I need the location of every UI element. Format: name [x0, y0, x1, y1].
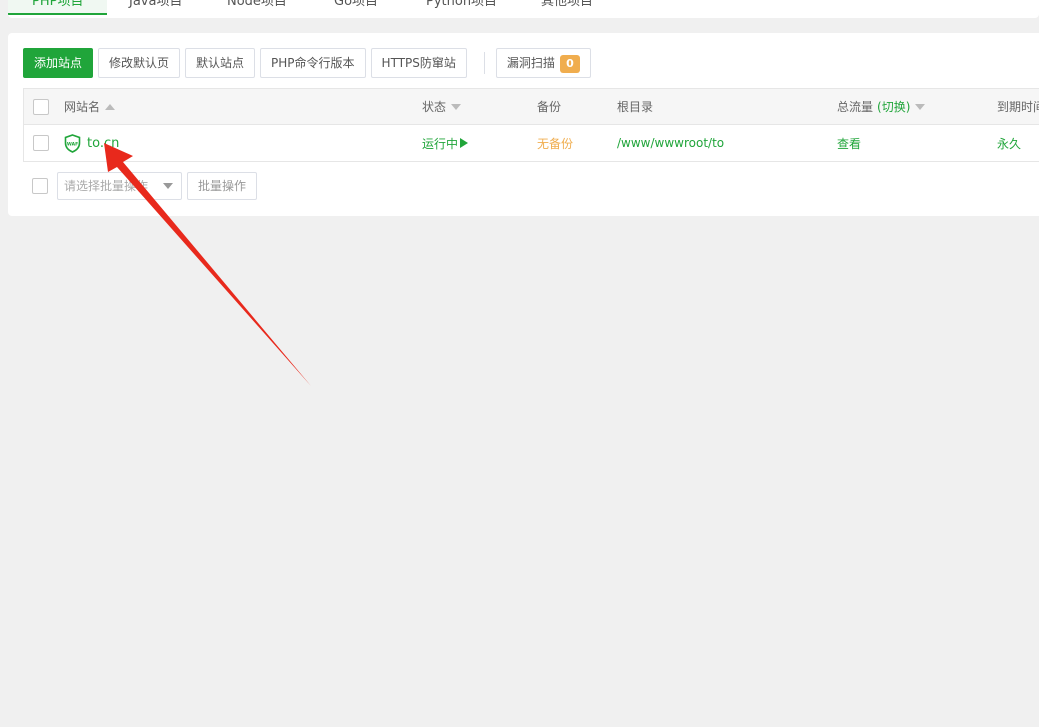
batch-operation-bar: 请选择批量操作 批量操作 — [23, 172, 262, 200]
header-site-name-label: 网站名 — [64, 100, 101, 114]
select-all-checkbox[interactable] — [33, 98, 49, 115]
row-checkbox[interactable] — [33, 135, 49, 151]
header-traffic[interactable]: 总流量 (切换) — [837, 89, 926, 124]
traffic-switch-link[interactable]: (切换) — [877, 98, 910, 115]
header-backup: 备份 — [537, 100, 562, 114]
php-cli-version-button[interactable]: PHP命令行版本 — [260, 48, 366, 78]
svg-text:WAF: WAF — [67, 141, 78, 147]
site-traffic-link[interactable]: 查看 — [837, 125, 861, 161]
tab-go-project[interactable]: Go项目 — [334, 0, 378, 13]
site-table: 网站名 状态 备份 根目录 总流量 (切换) 到期时间 — [23, 88, 1039, 162]
header-traffic-label: 总流量 — [837, 100, 874, 114]
tab-node-project[interactable]: Node项目 — [227, 0, 287, 13]
header-status-label: 状态 — [422, 100, 447, 114]
default-site-button[interactable]: 默认站点 — [185, 48, 256, 78]
header-site-name[interactable]: 网站名 — [64, 89, 116, 124]
sort-down-icon — [451, 103, 462, 110]
tab-java-project[interactable]: Java项目 — [129, 0, 182, 13]
row-checkbox-cell — [33, 125, 49, 161]
project-tabs: PHP项目 Java项目 Node项目 Go项目 Python项目 其他项目 — [8, 0, 1039, 18]
waf-shield-icon[interactable]: WAF — [64, 133, 81, 153]
tab-python-project[interactable]: Python项目 — [426, 0, 497, 13]
sort-up-icon — [105, 103, 116, 110]
batch-select-checkbox[interactable] — [32, 178, 48, 194]
add-site-button[interactable]: 添加站点 — [23, 48, 94, 78]
vuln-scan-label: 漏洞扫描 — [506, 56, 555, 70]
select-all-checkbox-cell — [33, 89, 49, 124]
https-guard-button[interactable]: HTTPS防窜站 — [370, 48, 467, 78]
site-name-link[interactable]: to.cn — [87, 136, 119, 151]
site-name-cell: WAF to.cn — [64, 125, 119, 161]
tab-other-project[interactable]: 其他项目 — [541, 0, 593, 13]
site-status[interactable]: 运行中 — [422, 125, 469, 161]
toolbar: 添加站点 修改默认页 默认站点 PHP命令行版本 HTTPS防窜站 漏洞扫描 0 — [23, 48, 596, 78]
site-root-dir-link[interactable]: /www/wwwroot/to — [617, 125, 724, 161]
dropdown-arrow-icon — [163, 183, 173, 189]
batch-select-placeholder: 请选择批量操作 — [64, 179, 149, 193]
vuln-scan-button[interactable]: 漏洞扫描 0 — [495, 48, 591, 78]
batch-operation-button[interactable]: 批量操作 — [187, 172, 258, 200]
site-status-label: 运行中 — [422, 136, 459, 151]
site-expiry-link[interactable]: 永久 — [997, 125, 1021, 161]
header-status[interactable]: 状态 — [422, 89, 462, 124]
site-backup-link[interactable]: 无备份 — [537, 125, 573, 161]
tab-php-project[interactable]: PHP项目 — [8, 0, 108, 15]
vuln-count-badge: 0 — [559, 54, 580, 73]
header-root-dir: 根目录 — [617, 100, 654, 114]
table-header: 网站名 状态 备份 根目录 总流量 (切换) 到期时间 — [24, 89, 1039, 125]
header-expiry: 到期时间 — [997, 100, 1039, 114]
sort-down-icon — [915, 103, 926, 110]
play-icon — [460, 138, 469, 148]
batch-operation-select[interactable]: 请选择批量操作 — [57, 172, 182, 200]
table-row: WAF to.cn 运行中 无备份 /www/wwwroot/to 查看 永久 — [24, 125, 1039, 161]
toolbar-divider — [483, 52, 485, 74]
edit-default-page-button[interactable]: 修改默认页 — [98, 48, 181, 78]
site-list-panel: 添加站点 修改默认页 默认站点 PHP命令行版本 HTTPS防窜站 漏洞扫描 0 … — [8, 33, 1039, 216]
